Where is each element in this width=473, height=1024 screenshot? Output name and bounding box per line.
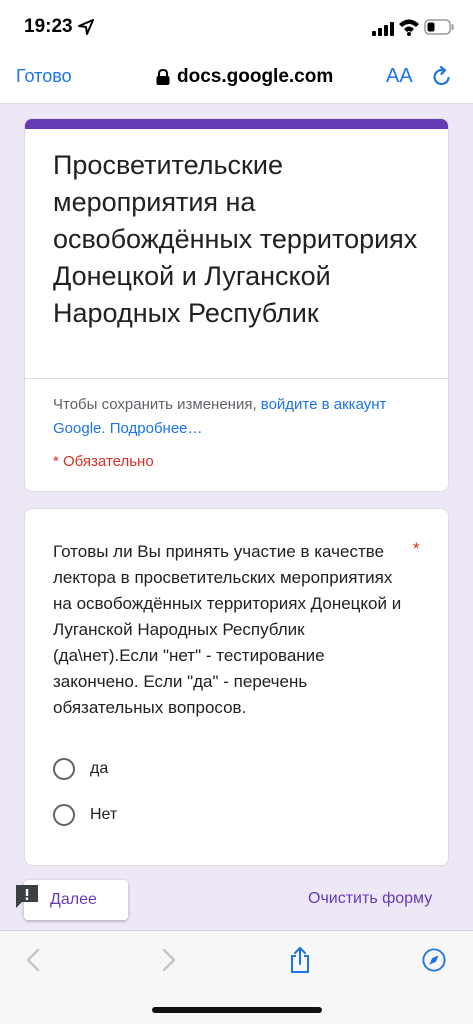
clear-form-button[interactable]: Очистить форму — [308, 890, 432, 908]
wifi-icon — [399, 19, 419, 36]
report-icon[interactable] — [14, 883, 40, 909]
form-header-card: Просветительские мероприятия на освобожд… — [24, 118, 449, 492]
status-time: 19:23 — [24, 16, 73, 37]
option-label: да — [90, 760, 109, 777]
browser-address-bar: Готово docs.google.com AA — [0, 54, 473, 104]
option-net[interactable]: Нет — [53, 802, 117, 828]
radio-button[interactable] — [53, 758, 75, 780]
signin-notice: Чтобы сохранить изменения, войдите в акк… — [53, 393, 433, 441]
location-arrow-icon — [78, 19, 94, 35]
required-asterisk: * — [413, 539, 420, 558]
share-icon[interactable] — [288, 947, 312, 973]
required-note: * Обязательно — [53, 453, 154, 470]
battery-icon — [424, 19, 454, 35]
forward-icon[interactable] — [156, 947, 180, 973]
question-card: Готовы ли Вы принять участие в качестве … — [24, 508, 449, 866]
url-field[interactable]: docs.google.com — [156, 64, 333, 90]
option-da[interactable]: да — [53, 756, 108, 782]
done-button[interactable]: Готово — [16, 66, 72, 87]
status-bar: 19:23 — [0, 0, 473, 54]
form-title: Просветительские мероприятия на освобожд… — [53, 150, 418, 328]
url-text: docs.google.com — [177, 66, 334, 87]
signin-prefix: Чтобы сохранить изменения, — [53, 396, 261, 413]
lock-icon — [156, 69, 170, 85]
accent-bar — [25, 119, 448, 129]
question-text: Готовы ли Вы принять участие в качестве … — [53, 542, 402, 717]
text-size-button[interactable]: AA — [386, 65, 413, 88]
reload-icon[interactable] — [431, 66, 453, 88]
radio-button[interactable] — [53, 804, 75, 826]
back-icon[interactable] — [22, 947, 46, 973]
signal-icon — [372, 22, 394, 36]
option-label: Нет — [90, 806, 118, 823]
divider — [25, 378, 448, 379]
home-indicator — [152, 1007, 322, 1013]
compass-icon[interactable] — [422, 947, 446, 973]
learn-more-link[interactable]: Подробнее… — [106, 420, 203, 437]
